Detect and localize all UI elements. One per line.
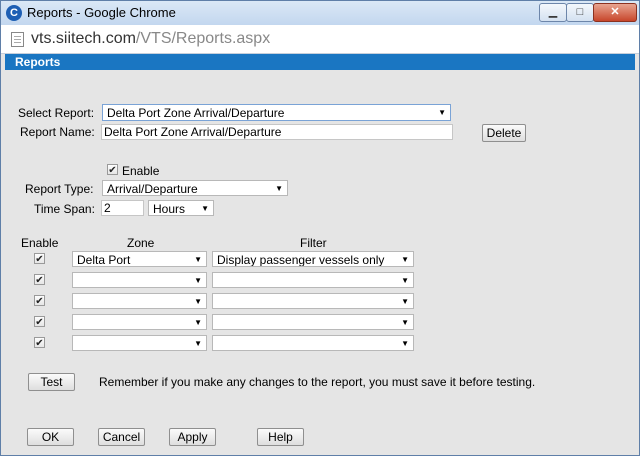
chevron-down-icon: ▼ [194,276,202,285]
time-unit-value: Hours [153,202,186,216]
time-unit-dropdown[interactable]: Hours ▼ [148,200,214,216]
test-note: Remember if you make any changes to the … [99,375,536,389]
chevron-down-icon: ▼ [401,297,409,306]
chevron-down-icon: ▼ [275,184,283,193]
chevron-down-icon: ▼ [201,204,209,213]
filter-dropdown[interactable]: ▼ [212,293,414,309]
report-name-label: Report Name: [20,125,95,139]
zone-enable-checkbox[interactable]: ✔ [34,316,45,328]
zone-value [73,316,77,329]
report-name-input[interactable]: Delta Port Zone Arrival/Departure [101,124,453,140]
chevron-down-icon: ▼ [401,318,409,327]
select-report-label: Select Report: [18,106,95,120]
url-path: /VTS/Reports.aspx [135,30,271,47]
time-span-label: Time Span: [34,202,95,216]
maximize-icon: □ [576,6,584,18]
filter-dropdown[interactable]: ▼ [212,272,414,288]
enable-checkbox[interactable]: ✔ [107,164,118,176]
zone-enable-checkbox[interactable]: ✔ [34,253,45,265]
filter-value [213,295,217,308]
help-button[interactable]: Help [257,428,304,446]
close-button[interactable]: ✕ [593,3,637,22]
zone-value [73,295,77,308]
filter-dropdown[interactable]: ▼ [212,335,414,351]
banner-title: Reports [15,55,61,69]
maximize-button[interactable]: □ [566,3,594,22]
cancel-button[interactable]: Cancel [98,428,145,446]
test-button[interactable]: Test [28,373,75,391]
chrome-logo-icon: C [6,5,22,21]
chevron-down-icon: ▼ [194,297,202,306]
zone-enable-checkbox[interactable]: ✔ [34,295,45,307]
close-icon: ✕ [610,6,620,18]
window-title: Reports - Google Chrome [27,5,176,20]
zone-dropdown[interactable]: ▼ [72,335,207,351]
minimize-button[interactable]: ▁ [539,3,567,22]
filter-dropdown[interactable]: ▼ [212,314,414,330]
select-report-value: Delta Port Zone Arrival/Departure [107,106,285,120]
zone-column-header: Zone [127,236,155,250]
zone-value [73,337,77,350]
enable-label: Enable [122,164,160,178]
report-type-value: Arrival/Departure [107,182,198,196]
enable-column-header: Enable [21,236,59,250]
zone-enable-checkbox[interactable]: ✔ [34,337,45,349]
title-bar[interactable]: C Reports - Google Chrome ▁ □ ✕ [1,1,639,25]
filter-value [213,337,217,350]
select-report-dropdown[interactable]: Delta Port Zone Arrival/Departure ▼ [102,104,451,121]
chevron-down-icon: ▼ [194,255,202,264]
filter-value: Display passenger vessels only [217,253,385,267]
reports-page: Reports Select Report: Delta Port Zone A… [1,54,639,455]
chevron-down-icon: ▼ [401,255,409,264]
zone-value [73,274,77,287]
filter-column-header: Filter [300,236,327,250]
chevron-down-icon: ▼ [194,339,202,348]
url-text[interactable]: vts.siitech.com/VTS/Reports.aspx [31,30,270,48]
delete-button[interactable]: Delete [482,124,526,142]
browser-window: C Reports - Google Chrome ▁ □ ✕ vts.siit… [0,0,640,456]
chevron-down-icon: ▼ [194,318,202,327]
reports-banner: Reports [5,54,635,70]
apply-button[interactable]: Apply [169,428,216,446]
url-domain: vts.siitech.com [31,30,136,47]
time-span-input[interactable]: 2 [101,200,144,216]
report-type-dropdown[interactable]: Arrival/Departure ▼ [102,180,288,196]
minimize-icon: ▁ [548,6,558,18]
report-type-label: Report Type: [25,182,94,196]
zone-dropdown[interactable]: Delta Port ▼ [72,251,207,267]
zone-value: Delta Port [77,253,131,267]
zone-enable-checkbox[interactable]: ✔ [34,274,45,286]
address-bar[interactable]: vts.siitech.com/VTS/Reports.aspx [1,25,639,54]
zone-dropdown[interactable]: ▼ [72,272,207,288]
chevron-down-icon: ▼ [401,276,409,285]
zone-dropdown[interactable]: ▼ [72,314,207,330]
chevron-down-icon: ▼ [438,108,446,117]
filter-value [213,274,217,287]
zone-dropdown[interactable]: ▼ [72,293,207,309]
ok-button[interactable]: OK [27,428,74,446]
page-icon [11,32,24,47]
filter-dropdown[interactable]: Display passenger vessels only ▼ [212,251,414,267]
filter-value [213,316,217,329]
chevron-down-icon: ▼ [401,339,409,348]
